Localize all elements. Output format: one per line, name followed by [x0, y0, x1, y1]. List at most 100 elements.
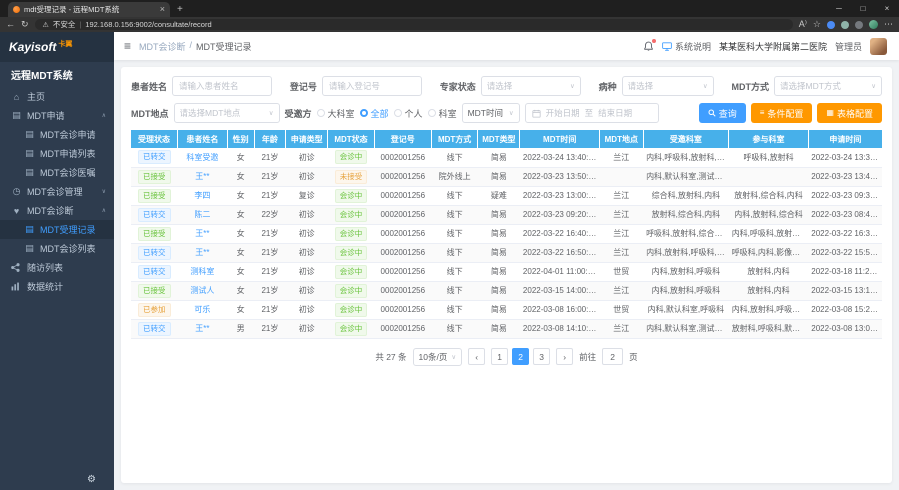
sidebar-item-followup-list[interactable]: 随访列表 — [0, 258, 114, 277]
sidebar-item-label: MDT申请列表 — [40, 147, 96, 160]
browser-tab[interactable]: mdt受理记录 - 远程MDT系统 × — [8, 2, 170, 17]
extension-icon[interactable] — [855, 21, 863, 29]
mdt-mode-label: MDT方式 — [732, 80, 770, 93]
date-range-picker[interactable]: 开始日期 至 结束日期 — [525, 103, 659, 123]
extension-icon[interactable] — [827, 21, 835, 29]
cell-accept_status: 已转交 — [131, 205, 178, 224]
extension-icon[interactable] — [841, 21, 849, 29]
patient-link[interactable]: 测试人 — [190, 286, 214, 295]
browser-profile-avatar[interactable] — [869, 20, 878, 29]
cell-invited_depts: 内科,默认科室,测试科室,放射科 — [643, 167, 729, 186]
reload-icon[interactable]: ↻ — [21, 20, 29, 29]
cell-mdt_mode: 线下 — [431, 300, 478, 319]
mdt-location-select[interactable]: 请选择MDT地点 ∨ — [174, 103, 280, 123]
window-maximize-button[interactable]: □ — [851, 0, 875, 17]
read-aloud-icon[interactable]: A⁾ — [799, 20, 807, 29]
tab-close-icon[interactable]: × — [160, 5, 165, 14]
sidebar-item-home[interactable]: ⌂ 主页 — [0, 87, 114, 106]
disease-select[interactable]: 请选择 ∨ — [622, 76, 714, 96]
cell-invited_depts: 内科,放射科,呼吸科 — [643, 281, 729, 300]
cell-mdt_time: 2022-03-15 14:00:00 — [520, 281, 600, 300]
radio-all[interactable]: 全部 — [360, 107, 389, 120]
window-minimize-button[interactable]: ─ — [827, 0, 851, 17]
register-no-input[interactable] — [322, 76, 422, 96]
page-size-select[interactable]: 10条/页 ∨ — [413, 348, 463, 366]
table-body: 已转交科室受邀女21岁初诊会诊中0002001256线下简易2022-03-24… — [131, 148, 882, 338]
mdt-mode-select[interactable]: 请选择MDT方式 ∨ — [774, 76, 882, 96]
sidebar-item-mdt-accept-record[interactable]: ▤ MDT受理记录 — [0, 220, 114, 239]
patient-link[interactable]: 可乐 — [194, 305, 210, 314]
condition-config-button[interactable]: ≡ 条件配置 — [751, 103, 813, 123]
page-button-1[interactable]: 1 — [491, 348, 508, 365]
cell-patient_name: 测科室 — [178, 262, 228, 281]
radio-personal[interactable]: 个人 — [394, 107, 423, 120]
patient-link[interactable]: 王** — [195, 229, 209, 238]
sidebar-item-label: MDT会诊列表 — [40, 242, 96, 255]
page-button-2[interactable]: 2 — [512, 348, 529, 365]
radio-big-dept[interactable]: 大科室 — [317, 107, 355, 120]
cell-invited_depts: 放射科,综合科,内科 — [643, 205, 729, 224]
cell-mdt_time: 2022-04-01 11:00:00 — [520, 262, 600, 281]
column-header-apply_type: 申请类型 — [286, 130, 328, 148]
patient-name-input[interactable] — [172, 76, 272, 96]
cell-patient_name: 王** — [178, 243, 228, 262]
column-header-accept_status: 受理状态 — [131, 130, 178, 148]
status-tag: 已接受 — [138, 227, 171, 241]
patient-link[interactable]: 王** — [195, 172, 209, 181]
column-header-age: 年龄 — [254, 130, 286, 148]
radio-dept[interactable]: 科室 — [428, 107, 457, 120]
breadcrumb-current: MDT受理记录 — [196, 40, 252, 53]
sidebar-item-mdt-apply[interactable]: ▤ MDT申请 ∧ — [0, 106, 114, 125]
user-avatar[interactable] — [870, 38, 887, 55]
expert-status-select[interactable]: 请选择 ∨ — [481, 76, 581, 96]
patient-link[interactable]: 王** — [195, 248, 209, 257]
jump-page-input[interactable] — [602, 348, 623, 365]
cell-apply_time: 2022-03-23 13:41:45 — [808, 167, 882, 186]
sidebar-item-mdt-consult-list[interactable]: ▤ MDT会诊列表 — [0, 239, 114, 258]
status-tag: 会诊中 — [335, 189, 368, 203]
sidebar-item-mdt-consult-apply[interactable]: ▤ MDT会诊申请 — [0, 125, 114, 144]
notification-bell-icon[interactable] — [643, 41, 654, 52]
status-tag: 未接受 — [335, 170, 368, 184]
hamburger-icon[interactable]: ≡ — [124, 39, 131, 53]
breadcrumb-parent[interactable]: MDT会诊断 — [139, 40, 186, 53]
favorite-star-icon[interactable]: ☆ — [813, 20, 821, 29]
back-icon[interactable]: ← — [6, 20, 15, 29]
sidebar-item-statistics[interactable]: 数据统计 — [0, 277, 114, 296]
invitee-label: 受邀方 — [285, 107, 312, 120]
cell-mdt_status: 会诊中 — [328, 281, 375, 300]
cell-mdt_status: 会诊中 — [328, 148, 375, 167]
next-page-button[interactable]: › — [556, 348, 573, 365]
patient-link[interactable]: 科室受邀 — [186, 153, 218, 162]
cell-mdt_mode: 线下 — [431, 205, 478, 224]
gear-icon[interactable]: ⚙ — [87, 474, 96, 485]
patient-link[interactable]: 王** — [195, 324, 209, 333]
sidebar-item-mdt-apply-list[interactable]: ▤ MDT申请列表 — [0, 144, 114, 163]
new-tab-button[interactable]: + — [177, 5, 183, 15]
cell-mdt_location — [600, 167, 644, 186]
patient-link[interactable]: 陈二 — [194, 210, 210, 219]
browser-menu-icon[interactable]: ⋯ — [884, 20, 893, 29]
page-button-3[interactable]: 3 — [533, 348, 550, 365]
window-close-button[interactable]: × — [875, 0, 899, 17]
sidebar-item-mdt-manage[interactable]: ◷ MDT会诊管理 ∨ — [0, 182, 114, 201]
address-bar[interactable]: ⚠ 不安全 | 192.168.0.156:9002/consultate/re… — [35, 19, 793, 30]
cell-mdt_type: 简易 — [478, 167, 520, 186]
patient-link[interactable]: 李四 — [194, 191, 210, 200]
sidebar-item-mdt-consult[interactable]: ♥ MDT会诊断 ∧ — [0, 201, 114, 220]
system-help-link[interactable]: 系统说明 — [662, 40, 711, 53]
mdt-time-field-select[interactable]: MDT时间 ∨ — [462, 103, 520, 123]
records-table: 受理状态患者姓名性别年龄申请类型MDT状态登记号MDT方式MDT类型MDT时间M… — [131, 130, 882, 339]
search-button[interactable]: 查询 — [699, 103, 746, 123]
sidebar-item-mdt-orders[interactable]: ▤ MDT会诊医嘱 — [0, 163, 114, 182]
prev-page-button[interactable]: ‹ — [468, 348, 485, 365]
cell-patient_name: 王** — [178, 224, 228, 243]
cell-gender: 女 — [227, 148, 254, 167]
cell-mdt_time: 2022-03-22 16:50:00 — [520, 243, 600, 262]
patient-link[interactable]: 测科室 — [190, 267, 214, 276]
cell-gender: 女 — [227, 300, 254, 319]
sidebar-item-label: MDT会诊管理 — [27, 185, 83, 198]
sidebar-item-label: MDT会诊医嘱 — [40, 166, 96, 179]
table-config-button[interactable]: ▦ 表格配置 — [817, 103, 882, 123]
column-header-joined_depts: 参与科室 — [729, 130, 809, 148]
